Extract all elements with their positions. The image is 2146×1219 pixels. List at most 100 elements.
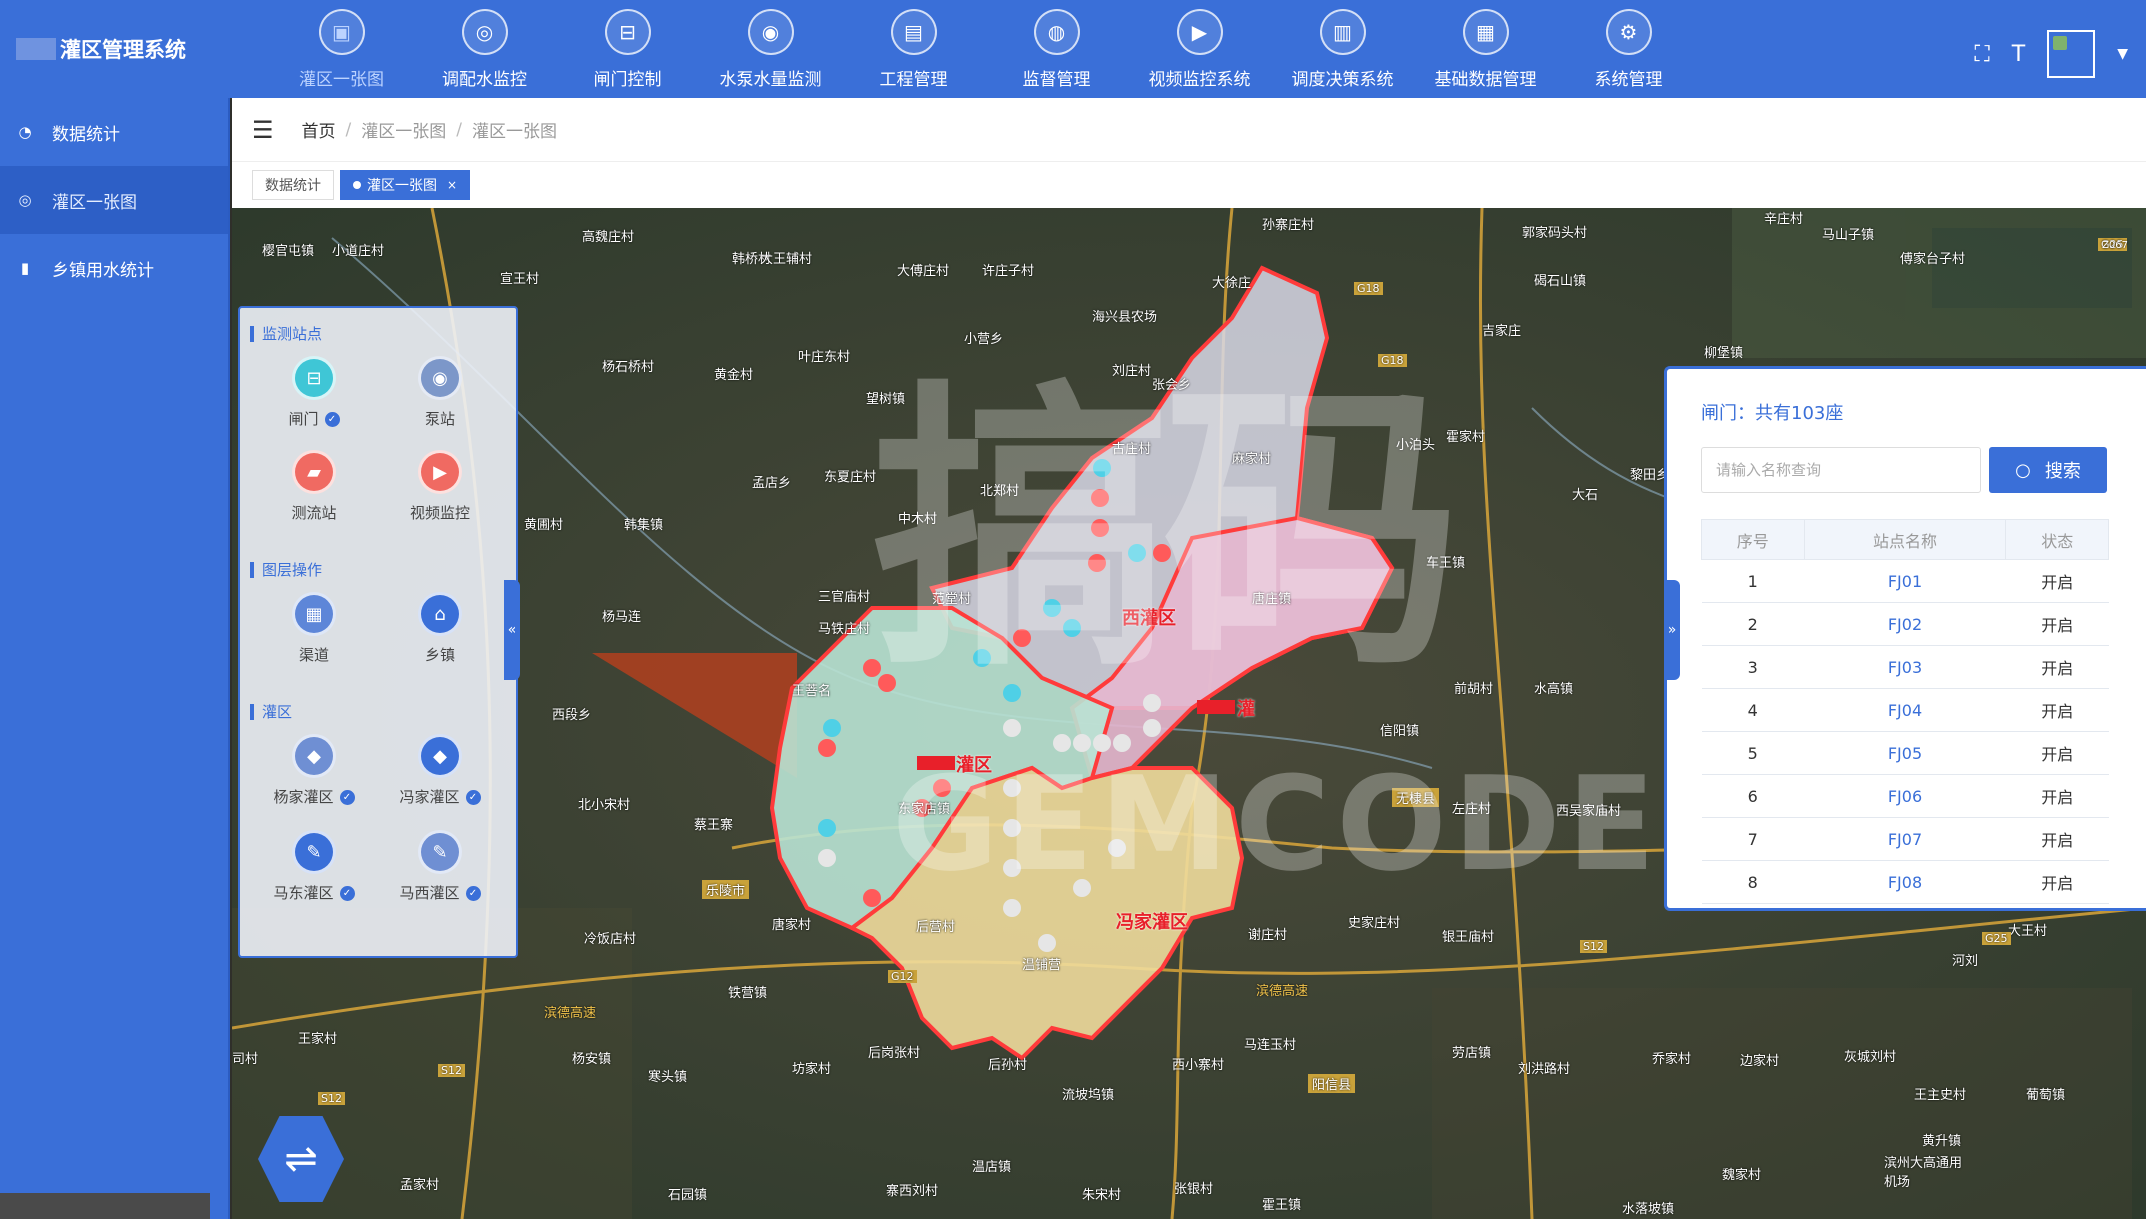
place-label: 霍王镇 [1262,1198,1302,1213]
collapse-right-panel-button[interactable]: » [1664,580,1680,680]
cell-name[interactable]: FJ04 [1804,688,2006,732]
table-row[interactable]: 4 FJ04 开启 [1701,688,2109,732]
map-icon: ▣ [318,8,365,55]
zone-maxi-icon: ✎ [418,830,462,874]
place-label: 杨安镇 [572,1052,612,1067]
cell-name[interactable]: FJ02 [1804,602,2006,646]
place-label: 石园镇 [668,1188,708,1203]
cell-name[interactable]: FJ06 [1804,774,2006,818]
layer-flow-station[interactable]: ▰ 测流站 [264,450,364,523]
nav-supervise[interactable]: ◍ 监督管理 [985,0,1128,98]
nav-dispatch-decision[interactable]: ▥ 调度决策系统 [1271,0,1414,98]
table-row[interactable]: 8 FJ08 开启 [1701,860,2109,904]
cell-status: 开启 [2005,645,2109,689]
table-row[interactable]: 5 FJ05 开启 [1701,731,2109,775]
cell-name[interactable]: FJ03 [1804,645,2006,689]
place-label: 谢庄村 [1248,928,1288,943]
layer-label: 视频监控 [409,504,470,522]
collapse-left-panel-button[interactable]: « [504,580,520,680]
place-label: 信阳镇 [1380,724,1420,739]
menu-toggle-icon[interactable]: ☰ [252,116,274,144]
nav-project[interactable]: ▤ 工程管理 [842,0,985,98]
tab-map[interactable]: 灌区一张图 × [340,170,471,200]
tab-stats[interactable]: 数据统计 [252,170,334,200]
cell-name[interactable]: FJ01 [1804,559,2006,603]
road-label: G12 [888,970,917,983]
road-label: G25 [1982,932,2011,945]
close-icon[interactable]: × [447,178,457,192]
cell-name[interactable]: FJ07 [1804,817,2006,861]
place-label: 刘洪路村 [1518,1062,1571,1077]
table-row[interactable]: 2 FJ02 开启 [1701,602,2109,646]
layer-zone-madong[interactable]: ✎ 马东灌区 ✓ [264,830,364,903]
table-row[interactable]: 6 FJ06 开启 [1701,774,2109,818]
table-row[interactable]: 3 FJ03 开启 [1701,645,2109,689]
place-label: 马山子镇 [1822,228,1875,243]
search-button[interactable]: ○ 搜索 [1989,447,2107,493]
place-label: 寨西刘村 [886,1184,939,1199]
place-label: 小泊头 [1396,438,1436,453]
table-row[interactable]: 7 FJ07 开启 [1701,817,2109,861]
place-label: 黄升镇 [1922,1134,1962,1149]
layer-pump[interactable]: ◉ 泵站 [390,356,490,429]
cell-no: 1 [1701,559,1805,603]
sidebar-item-town-water[interactable]: ▮ 乡镇用水统计 [0,234,228,302]
place-label: 史家庄村 [1348,916,1401,931]
cell-no: 4 [1701,688,1805,732]
column-header-status: 状态 [2005,519,2109,560]
chevron-down-icon[interactable]: ▼ [2117,46,2128,62]
nav-base-data[interactable]: ▦ 基础数据管理 [1414,0,1557,98]
place-label: 蔡王寨 [694,818,734,833]
sidebar-item-map[interactable]: ◎ 灌区一张图 [0,166,228,234]
pump-icon: ◉ [418,356,462,400]
app-logo [16,38,56,60]
road-label: 滨德高速 [1256,984,1309,999]
place-label: 张银村 [1174,1182,1214,1197]
font-size-icon[interactable]: T [2012,42,2025,67]
gate-icon: ⊟ [292,356,336,400]
avatar[interactable] [2047,30,2096,78]
place-label: 无棣县 [1392,788,1440,807]
check-icon: ✓ [465,790,481,805]
chevron-right-icon: » [1667,622,1677,638]
layer-video[interactable]: ▶ 视频监控 [390,450,490,523]
region-label-east: 灌 [1237,699,1255,720]
layer-gate[interactable]: ⊟ 闸门 ✓ [264,356,364,429]
place-label: 东家店镇 [898,802,951,817]
place-label: 韩集镇 [624,518,664,533]
place-label: 滨州大高通用机场 [1884,1156,1963,1190]
place-label: 海兴县农场 [1092,310,1158,325]
layer-zone-maxi[interactable]: ✎ 马西灌区 ✓ [390,830,490,903]
nav-map[interactable]: ▣ 灌区一张图 [270,0,413,98]
eye-icon: ◍ [1033,8,1080,55]
road-label: S12 [438,1064,465,1077]
nav-label: 灌区一张图 [299,69,384,90]
cell-name[interactable]: FJ08 [1804,860,2006,904]
fullscreen-icon[interactable]: ⛶ [1974,42,1989,67]
place-label: 阳信县 [1308,1074,1356,1093]
layer-town[interactable]: ⌂ 乡镇 [390,592,490,665]
nav-water-dispatch[interactable]: ◎ 调配水监控 [413,0,556,98]
region-label-west: 灌区 [956,755,992,776]
main-nav: ▣ 灌区一张图 ◎ 调配水监控 ⊟ 闸门控制 ◉ 水泵水量监测 ▤ 工程管理 ◍ 监督管理 … [270,0,1700,98]
cell-no: 6 [1701,774,1805,818]
app-title: 灌区管理系统 [60,38,186,62]
column-header-name: 站点名称 [1803,519,2007,560]
breadcrumb-home[interactable]: 首页 [302,117,336,142]
layer-zone-feng[interactable]: ◆ 冯家灌区 ✓ [390,734,490,807]
place-label: 大徐庄 [1212,276,1252,291]
nav-gate-control[interactable]: ⊟ 闸门控制 [556,0,699,98]
place-label: 东夏庄村 [824,470,877,485]
gate-table: 序号 站点名称 状态 1 FJ01 开启 2 FJ02 开启 3 FJ03 开启 4 FJ04… [1701,519,2109,904]
place-label: 傅家台子村 [1900,252,1966,267]
gate-search-input[interactable] [1701,447,1981,493]
layer-zone-yang[interactable]: ◆ 杨家灌区 ✓ [264,734,364,807]
sidebar-item-stats[interactable]: ◔ 数据统计 [0,98,228,166]
table-row[interactable]: 1 FJ01 开启 [1701,559,2109,603]
road-label: S12 [318,1092,345,1105]
layer-canal[interactable]: ▦ 渠道 [264,592,364,665]
nav-pump-monitor[interactable]: ◉ 水泵水量监测 [699,0,842,98]
cell-name[interactable]: FJ05 [1804,731,2006,775]
nav-system[interactable]: ⚙ 系统管理 [1557,0,1700,98]
nav-video[interactable]: ▶ 视频监控系统 [1128,0,1271,98]
